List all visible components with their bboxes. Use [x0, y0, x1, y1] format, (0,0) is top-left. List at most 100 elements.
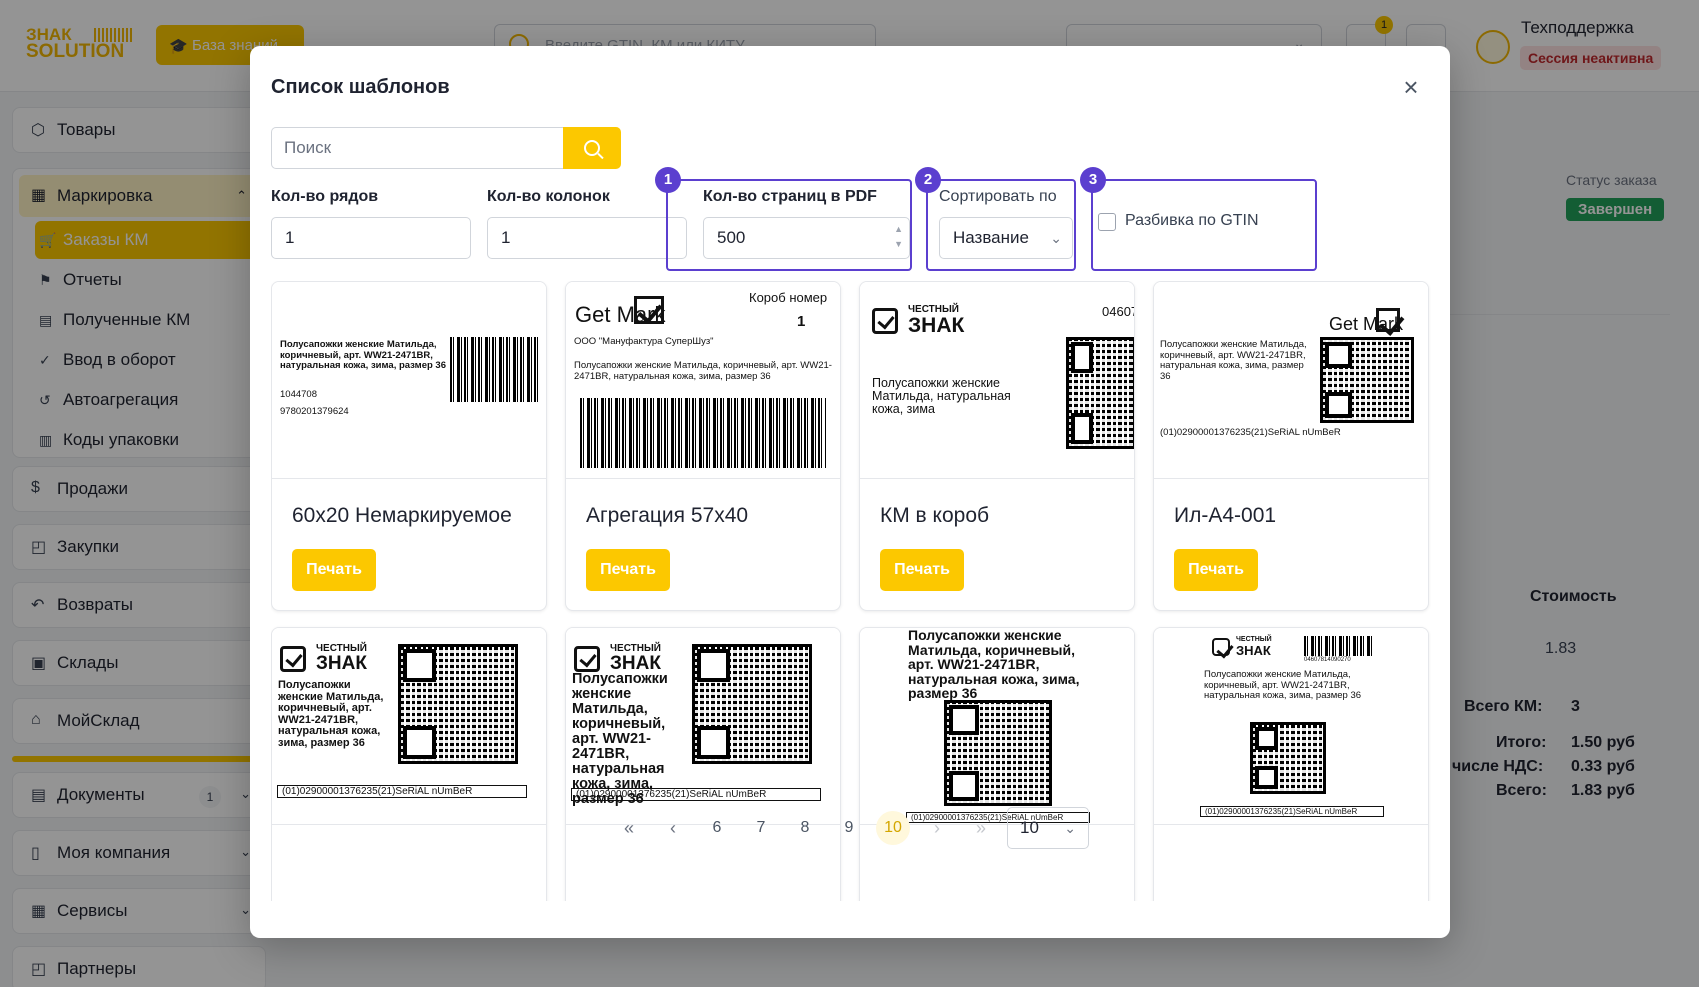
- last-page-button[interactable]: »: [964, 811, 998, 845]
- page-button-10[interactable]: 10: [876, 811, 910, 845]
- modal-title: Список шаблонов: [271, 76, 450, 98]
- highlight-number-1: 1: [655, 167, 681, 193]
- split-by-gtin-label: Разбивка по GTIN: [1125, 212, 1259, 229]
- template-name: Агрегация 57x40: [586, 504, 749, 527]
- template-card: Get Mark Полусапожки женские Матильда, к…: [1153, 281, 1429, 611]
- chevron-down-icon: ⌄: [1064, 820, 1076, 836]
- page-button-9[interactable]: 9: [832, 811, 866, 845]
- page-button-6[interactable]: 6: [700, 811, 734, 845]
- template-preview: Get Mark Короб номер 1 ООО "Мануфактура …: [566, 282, 840, 479]
- preview-number: 9780201379624: [280, 406, 349, 417]
- print-button[interactable]: Печать: [292, 549, 376, 591]
- ean-code: 04607814090270: [1304, 657, 1351, 663]
- preview-description: Полусапожки женские Матильда, коричневый…: [1160, 339, 1307, 382]
- datamatrix-image: [398, 644, 518, 764]
- page-button-7[interactable]: 7: [744, 811, 778, 845]
- split-by-gtin-checkbox[interactable]: [1098, 213, 1116, 231]
- page-button-8[interactable]: 8: [788, 811, 822, 845]
- chestny-znak-icon: [574, 646, 600, 672]
- barcode-image: [1304, 636, 1374, 656]
- close-button[interactable]: ×: [1398, 74, 1424, 100]
- template-card: Полусапожки женские Матильда, коричневый…: [859, 627, 1135, 901]
- columns-label: Кол-во колонок: [487, 188, 610, 205]
- sort-select[interactable]: Название ⌄: [939, 217, 1073, 259]
- template-card: ЧЕСТНЫЙ ЗНАК 04607814090270 Полусапожки …: [1153, 627, 1429, 901]
- preview-number: 1044708: [280, 389, 317, 400]
- print-button[interactable]: Печать: [1174, 549, 1258, 591]
- preview-description: Полусапожки женские Матильда, коричневый…: [908, 628, 1080, 701]
- box-label: Короб номер: [749, 290, 828, 305]
- template-preview: Полусапожки женские Матильда, коричневый…: [860, 628, 1134, 825]
- chestny-znak-icon: [872, 308, 898, 334]
- sort-value: Название: [953, 228, 1029, 247]
- preview-description: Полусапожки женские Матильда, коричневый…: [1204, 669, 1362, 701]
- print-button[interactable]: Печать: [880, 549, 964, 591]
- pdf-pages-input[interactable]: 500 ▲ ▼: [703, 217, 910, 259]
- template-card: Полусапожки женские Матильда, коричневый…: [271, 281, 547, 611]
- preview-code: (01)02900001376235(21)SeRiAL nUmBeR: [571, 788, 821, 801]
- rows-value: 1: [285, 228, 295, 247]
- stepper-arrows-icon[interactable]: ▲ ▼: [894, 222, 903, 252]
- chestny-znak-icon: [1212, 638, 1230, 656]
- logo-main-text: ЗНАК: [1236, 643, 1271, 658]
- search-icon: [584, 140, 600, 156]
- page-size-select[interactable]: 10 ⌄: [1007, 807, 1089, 849]
- datamatrix-image: [944, 700, 1052, 806]
- barcode-image: [580, 398, 826, 468]
- preview-description: Полусапожки женские Матильда, коричневый…: [572, 671, 668, 807]
- template-preview: ЧЕСТНЫЙ ЗНАК 04607814090270 Полусапожки …: [1154, 628, 1428, 825]
- close-icon: ×: [1403, 72, 1419, 102]
- sort-label: Сортировать по: [939, 188, 1057, 205]
- columns-value: 1: [501, 228, 511, 247]
- prev-page-button[interactable]: ‹: [656, 811, 690, 845]
- template-name: КМ в короб: [880, 504, 990, 527]
- template-card: ЧЕСТНЫЙ ЗНАК Полусапожки женские Матильд…: [271, 627, 547, 901]
- template-card: ЧЕСТНЫЙ ЗНАК 04607 Полусапожки женские М…: [859, 281, 1135, 611]
- preview-description: Полусапожки женские Матильда, коричневый…: [278, 679, 384, 749]
- columns-input[interactable]: 1: [487, 217, 687, 259]
- datamatrix-image: [1250, 722, 1326, 794]
- datamatrix-image: [1066, 337, 1134, 449]
- barcode-image: [450, 337, 540, 402]
- pagination: « ‹ 6 7 8 9 10 › » 10 ⌄: [250, 801, 1450, 849]
- template-card: ЧЕСТНЫЙ ЗНАК Полусапожки женские Матильд…: [565, 627, 841, 901]
- rows-input[interactable]: 1: [271, 217, 471, 259]
- template-search: [271, 127, 621, 169]
- template-card: Get Mark Короб номер 1 ООО "Мануфактура …: [565, 281, 841, 611]
- template-name: 60x20 Немаркируемое: [292, 504, 512, 527]
- logo-main-text: ЗНАК: [908, 314, 965, 337]
- datamatrix-image: [1320, 337, 1414, 423]
- search-input[interactable]: [271, 127, 563, 169]
- template-preview: Полусапожки женские Матильда, коричневый…: [272, 282, 546, 479]
- highlight-number-2: 2: [915, 167, 941, 193]
- box-number: 1: [797, 313, 806, 330]
- template-name: Ил-А4-001: [1174, 504, 1277, 527]
- logo-main-text: ЗНАК: [316, 653, 367, 674]
- search-button[interactable]: [563, 127, 621, 169]
- chestny-znak-icon: [280, 646, 306, 672]
- pdf-pages-label: Кол-во страниц в PDF: [703, 188, 877, 205]
- template-preview: ЧЕСТНЫЙ ЗНАК Полусапожки женские Матильд…: [566, 628, 840, 825]
- preview-description: Полусапожки женские Матильда, натуральна…: [872, 376, 1011, 416]
- datamatrix-image: [692, 644, 812, 764]
- next-page-button[interactable]: ›: [920, 811, 954, 845]
- preview-code: (01)02900001376235(21)SeRiAL nUmBeR: [277, 785, 527, 798]
- preview-description: Полусапожки женские Матильда, коричневый…: [280, 339, 446, 371]
- preview-code: 04607: [1102, 304, 1135, 319]
- template-preview: ЧЕСТНЫЙ ЗНАК Полусапожки женские Матильд…: [272, 628, 546, 825]
- check-icon: [634, 296, 664, 324]
- logo-top-text: ЧЕСТНЫЙ: [1236, 636, 1272, 643]
- company-name: ООО "Мануфактура СуперШуз": [574, 336, 714, 347]
- first-page-button[interactable]: «: [612, 811, 646, 845]
- preview-description: Полусапожки женские Матильда, коричневый…: [574, 360, 832, 382]
- template-preview: Get Mark Полусапожки женские Матильда, к…: [1154, 282, 1428, 479]
- print-button[interactable]: Печать: [586, 549, 670, 591]
- pdf-pages-value: 500: [717, 228, 746, 247]
- page-size-value: 10: [1020, 818, 1039, 837]
- rows-label: Кол-во рядов: [271, 188, 379, 205]
- check-icon: [1376, 308, 1400, 332]
- preview-code: (01)02900001376235(21)SeRiAL nUmBeR: [1160, 427, 1341, 438]
- templates-modal: Список шаблонов × Кол-во рядов 1 Кол-во …: [250, 46, 1450, 938]
- highlight-number-3: 3: [1080, 167, 1106, 193]
- template-preview: ЧЕСТНЫЙ ЗНАК 04607 Полусапожки женские М…: [860, 282, 1135, 479]
